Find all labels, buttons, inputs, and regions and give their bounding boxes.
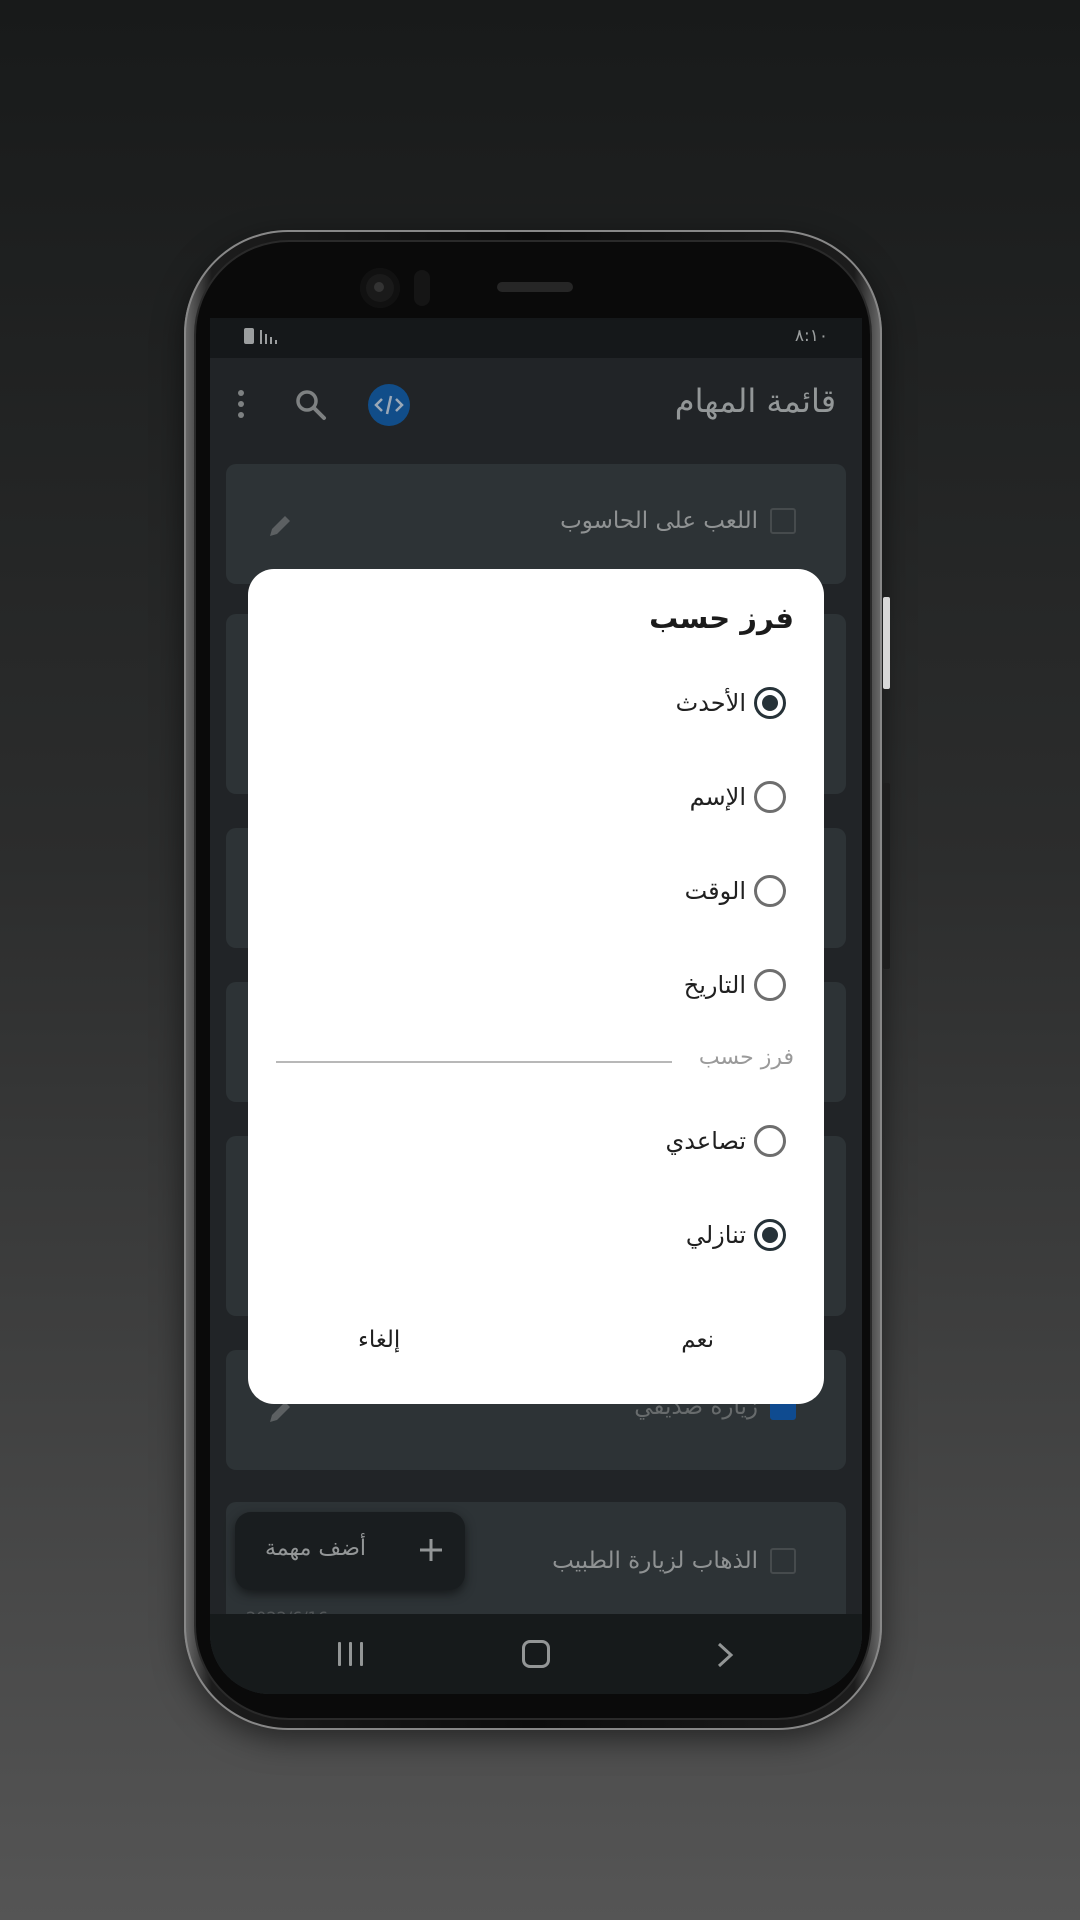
sort-option-name[interactable]: الإسم	[690, 777, 786, 817]
option-label: تنازلي	[685, 1221, 746, 1249]
radio-icon[interactable]	[754, 875, 786, 907]
sort-dialog: فرز حسب الأحدث الإسم الوقت التاريخ فرز ح…	[248, 569, 824, 1404]
confirm-button[interactable]: نعم	[681, 1327, 714, 1353]
order-section-label: فرز حسب	[698, 1045, 794, 1070]
order-option-descending[interactable]: تنازلي	[686, 1215, 786, 1255]
sort-option-newest[interactable]: الأحدث	[676, 683, 786, 723]
option-label: تصاعدي	[665, 1127, 746, 1155]
radio-icon[interactable]	[754, 1125, 786, 1157]
radio-selected-icon[interactable]	[754, 687, 786, 719]
front-camera	[360, 268, 400, 308]
dialog-title: فرز حسب	[649, 601, 794, 635]
sort-option-time[interactable]: الوقت	[685, 871, 786, 911]
option-label: الإسم	[689, 783, 746, 811]
option-label: التاريخ	[683, 971, 746, 999]
radio-icon[interactable]	[754, 969, 786, 1001]
power-button	[883, 597, 890, 689]
volume-button	[883, 783, 890, 969]
radio-icon[interactable]	[754, 781, 786, 813]
option-label: الوقت	[684, 877, 746, 905]
option-label: الأحدث	[675, 689, 746, 717]
proximity-sensor	[414, 270, 430, 306]
sort-option-date[interactable]: التاريخ	[684, 965, 786, 1005]
cancel-button[interactable]: إلغاء	[358, 1327, 400, 1353]
radio-selected-icon[interactable]	[754, 1219, 786, 1251]
section-divider	[276, 1061, 672, 1063]
earpiece-speaker	[497, 282, 573, 292]
order-option-ascending[interactable]: تصاعدي	[665, 1121, 786, 1161]
